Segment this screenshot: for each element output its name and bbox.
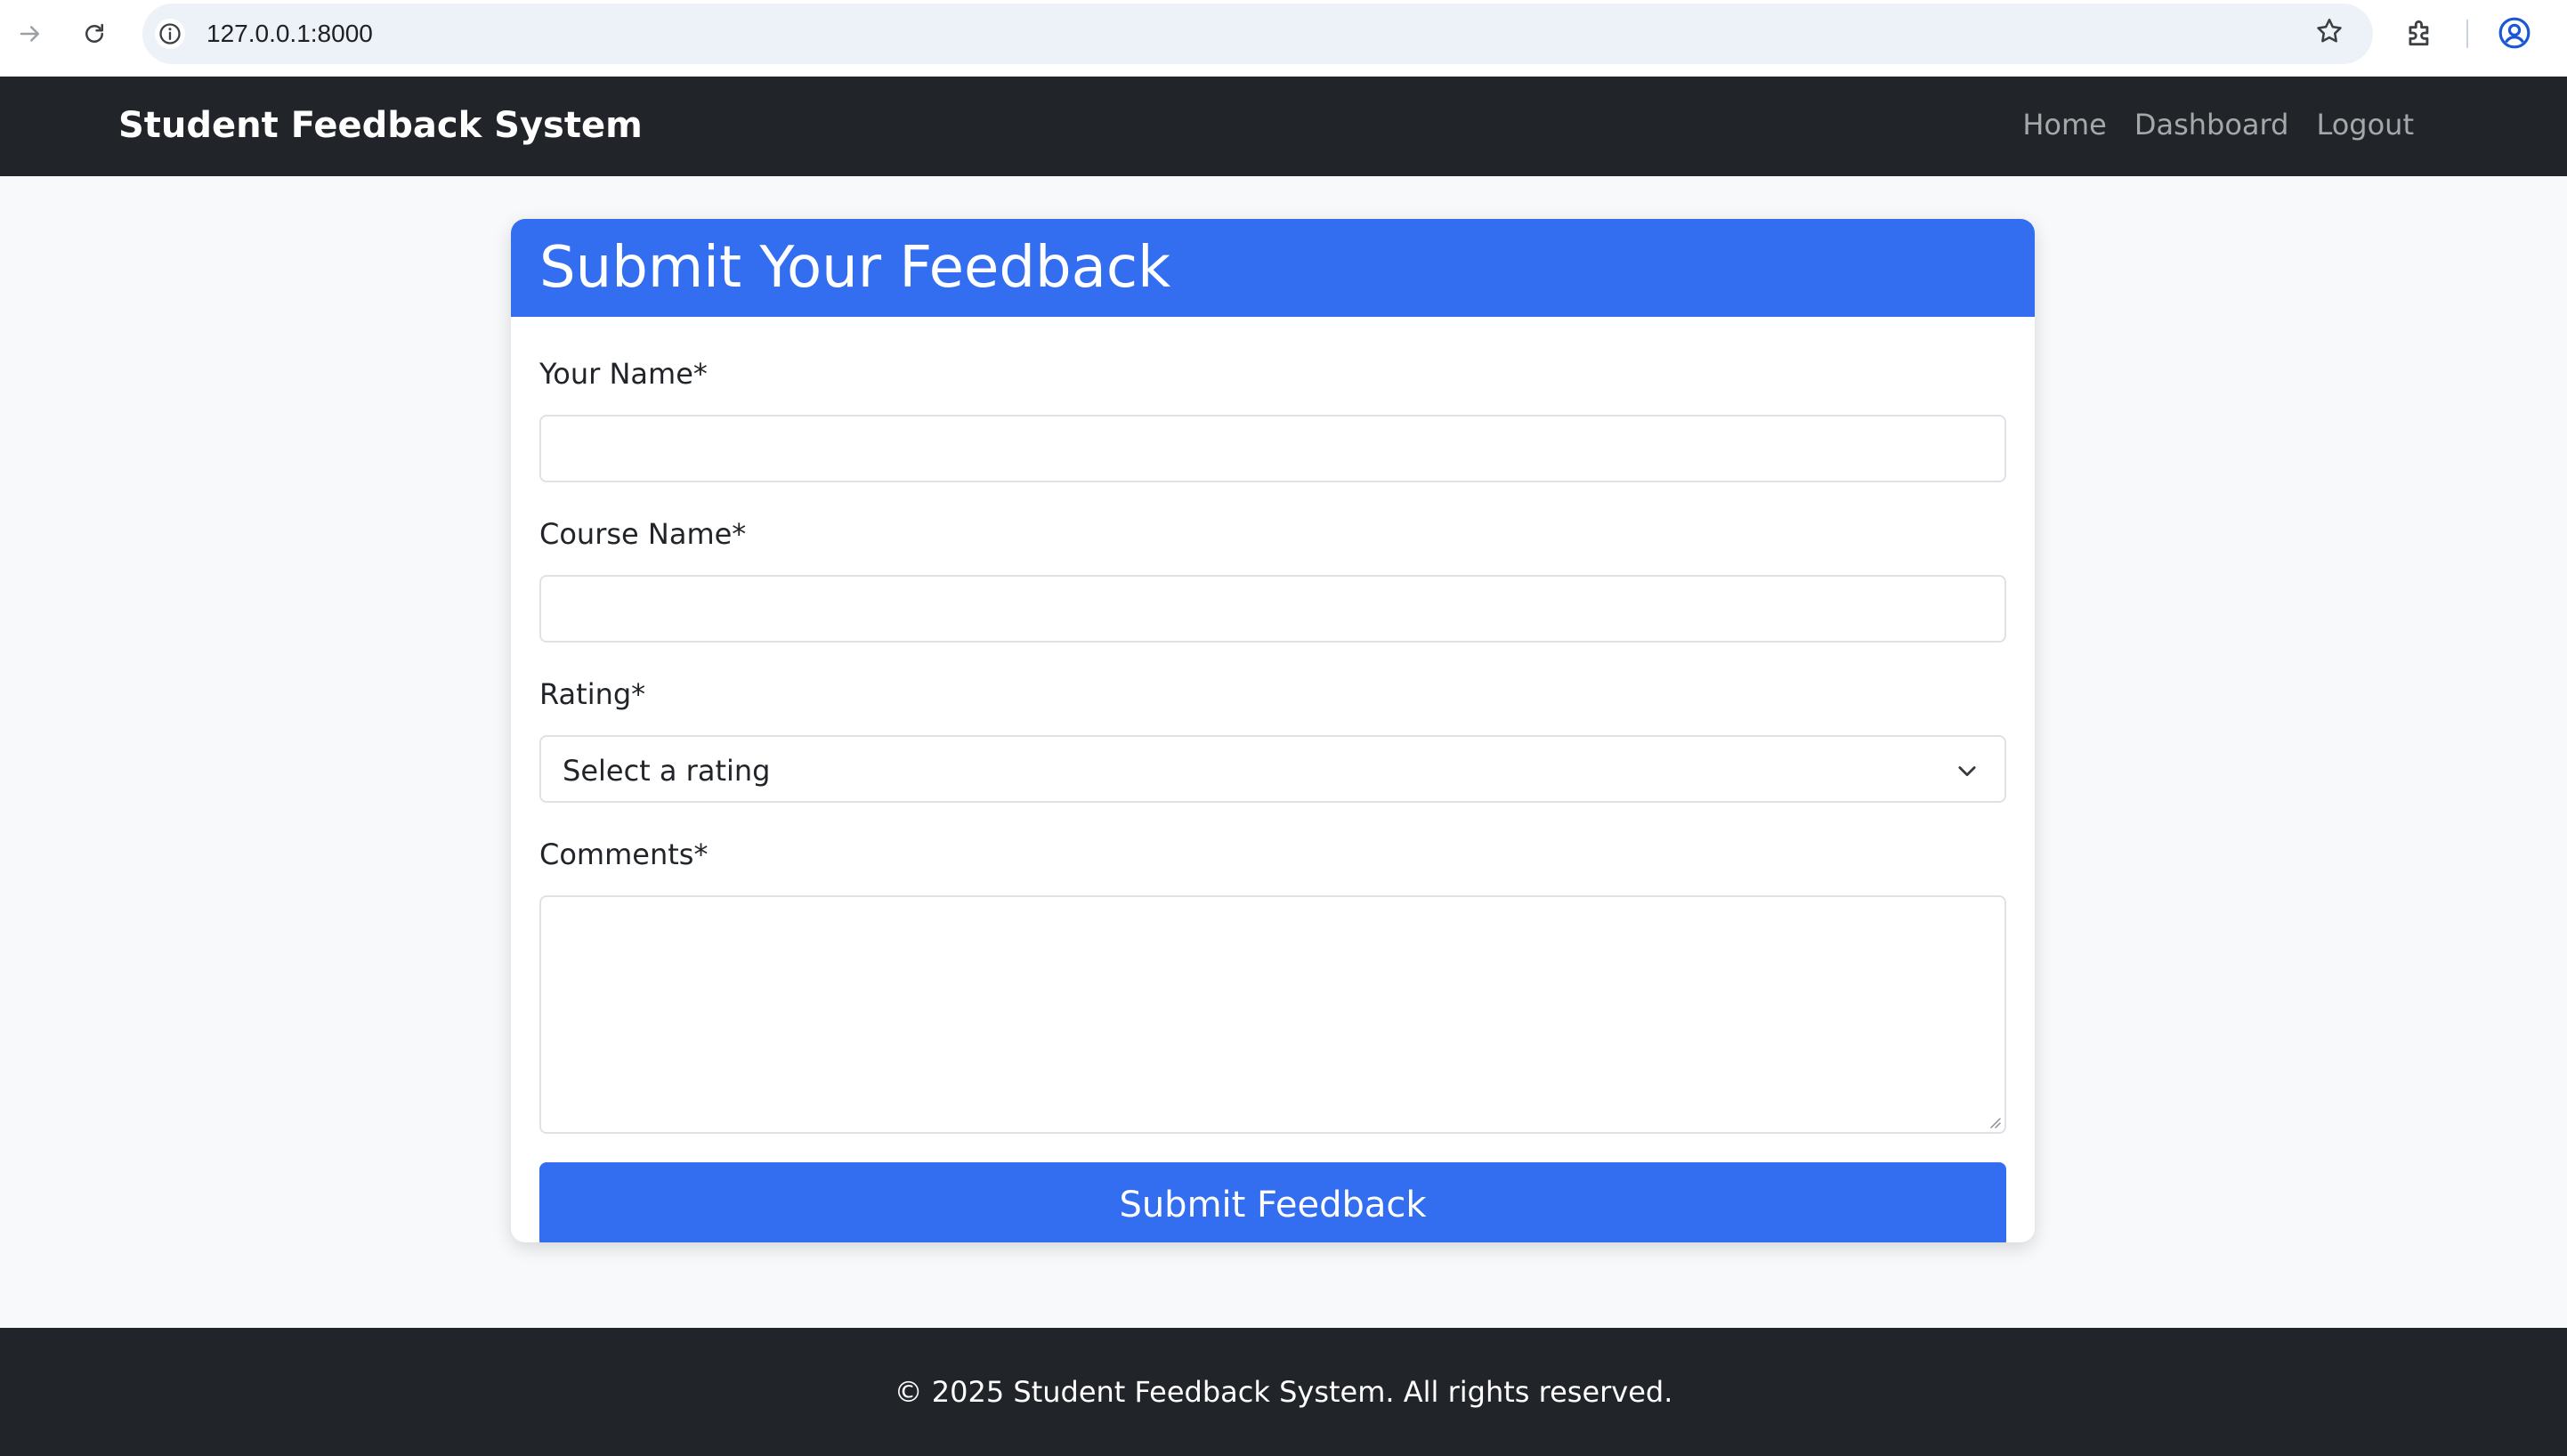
- card-header: Submit Your Feedback: [511, 219, 2035, 317]
- info-icon: [159, 23, 181, 44]
- url-text: 127.0.0.1:8000: [206, 20, 373, 47]
- reload-icon: [85, 23, 103, 43]
- reload-button[interactable]: [77, 16, 112, 52]
- feedback-card: Submit Your Feedback Your Name* Course N…: [511, 219, 2035, 1242]
- page-title: Submit Your Feedback: [539, 235, 1171, 301]
- nav-link-dashboard[interactable]: Dashboard: [2134, 105, 2289, 144]
- brand-link[interactable]: Student Feedback System: [118, 103, 643, 148]
- course-label: Course Name*: [539, 517, 747, 551]
- browser-toolbar: 127.0.0.1:8000: [0, 0, 2567, 77]
- name-input[interactable]: [539, 415, 2006, 482]
- nav-links: Home Dashboard Logout: [2022, 105, 2414, 144]
- nav-link-logout[interactable]: Logout: [2316, 105, 2414, 144]
- feedback-form: Your Name* Course Name* Rating* Select a…: [511, 356, 2035, 1242]
- copyright-text: © 2025 Student Feedback System. All righ…: [894, 1375, 1673, 1409]
- star-icon[interactable]: [2314, 16, 2344, 46]
- address-bar[interactable]: 127.0.0.1:8000: [142, 4, 2373, 64]
- rating-selected-value: Select a rating: [563, 754, 771, 788]
- resize-handle-icon[interactable]: [1987, 1114, 2001, 1128]
- chevron-down-icon: [1958, 766, 1976, 777]
- rating-select[interactable]: Select a rating: [539, 735, 2006, 803]
- name-label: Your Name*: [539, 357, 708, 391]
- profile-icon[interactable]: [2498, 16, 2531, 50]
- site-navbar: Student Feedback System Home Dashboard L…: [0, 77, 2567, 176]
- site-info-button[interactable]: [155, 19, 185, 49]
- site-footer: © 2025 Student Feedback System. All righ…: [0, 1328, 2567, 1456]
- comments-textarea[interactable]: [539, 895, 2006, 1134]
- extensions-icon[interactable]: [2403, 16, 2437, 50]
- forward-button[interactable]: [12, 16, 48, 52]
- comments-label: Comments*: [539, 837, 709, 871]
- toolbar-divider: [2466, 20, 2468, 48]
- rating-label: Rating*: [539, 677, 646, 711]
- course-input[interactable]: [539, 575, 2006, 643]
- forward-icon: [20, 26, 39, 42]
- submit-feedback-button[interactable]: Submit Feedback: [539, 1162, 2006, 1242]
- nav-link-home[interactable]: Home: [2022, 105, 2107, 144]
